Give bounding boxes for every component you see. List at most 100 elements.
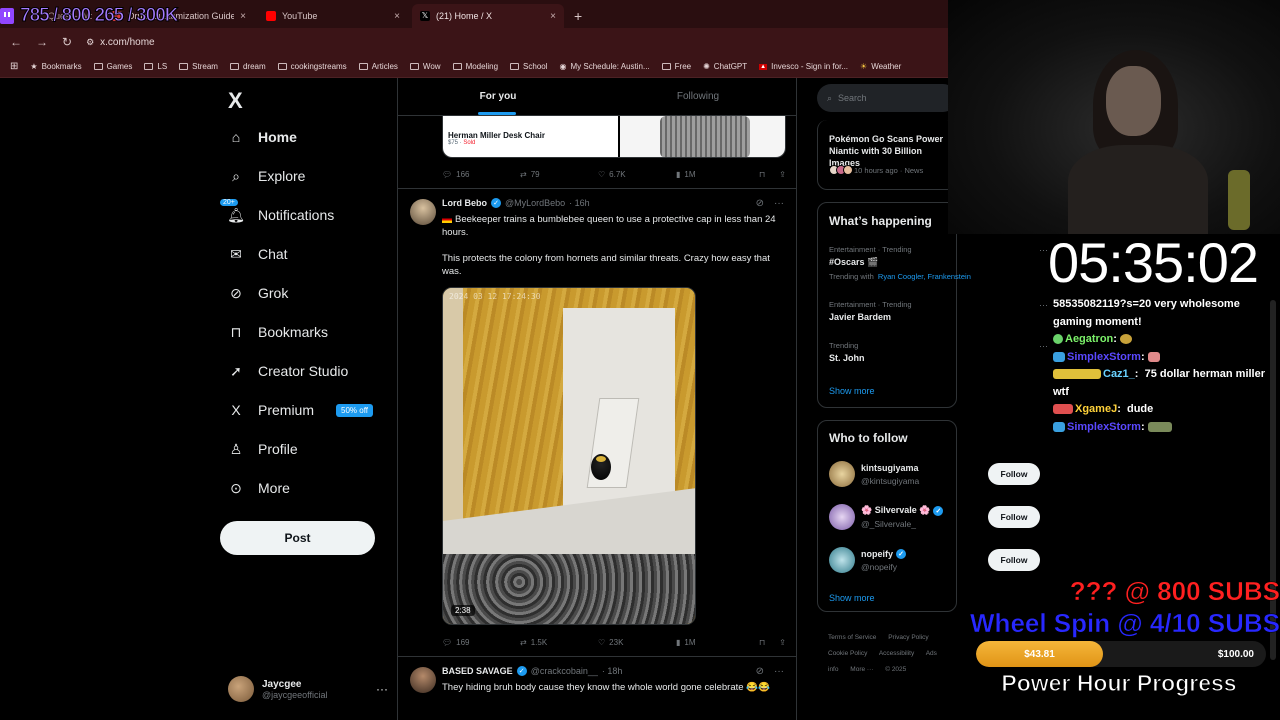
trend-item[interactable]: Entertainment · Trending Javier Bardem ·… — [829, 300, 1048, 322]
nav-chat[interactable]: ✉ Chat — [228, 246, 287, 263]
more-dots-icon[interactable]: ··· — [774, 666, 784, 677]
new-tab-button[interactable]: + — [574, 8, 582, 24]
nav-more[interactable]: ⊙ More — [228, 480, 290, 497]
author-handle[interactable]: @MyLordBebo — [505, 198, 565, 208]
reload-icon[interactable]: ↻ — [62, 35, 72, 49]
bookmark-item[interactable]: ◉ My Schedule: Austin... — [560, 62, 650, 71]
author-handle[interactable]: @crackcobain__ — [531, 666, 598, 676]
post-button[interactable]: Post — [220, 521, 375, 555]
footer-link[interactable]: Accessibility — [879, 650, 914, 657]
bookmark-item[interactable]: Modeling — [452, 62, 498, 71]
account-switcher[interactable]: Jaycgee @jaycgeeofficial ··· — [228, 674, 388, 704]
x-logo-icon[interactable]: X — [228, 88, 243, 114]
bookmark-icon[interactable]: ⊓ — [759, 170, 765, 179]
follow-suggestion[interactable]: kintsugiyama @kintsugiyama Follow — [829, 458, 1041, 490]
marketplace-card[interactable]: Herman Miller Desk Chair $75 · Sold — [443, 116, 618, 157]
trend-item[interactable]: Entertainment · Trending #Oscars 🎬 Trend… — [829, 245, 1048, 281]
trend-related-names[interactable]: Ryan Coogler, Frankenstein — [878, 272, 971, 281]
tweet[interactable]: Lord Bebo ✓ @MyLordBebo · 16h ⊘ ··· Beek… — [398, 188, 796, 656]
address-bar[interactable]: ⚙ x.com/home — [86, 37, 155, 48]
nav-bookmarks[interactable]: ⊓ Bookmarks — [228, 324, 329, 341]
footer-link[interactable]: Cookie Policy — [828, 650, 867, 657]
views-button[interactable]: ▮ 1M — [676, 638, 754, 647]
bookmark-item[interactable]: dream — [229, 62, 266, 71]
nav-profile[interactable]: ♙ Profile — [228, 441, 298, 458]
nav-creator-studio[interactable]: ➚ Creator Studio — [228, 363, 348, 380]
previous-tweet-media[interactable]: Herman Miller Desk Chair $75 · Sold — [442, 116, 786, 158]
like-button[interactable]: ♡ 23K — [598, 638, 676, 647]
reply-icon: 💬︎ — [442, 169, 453, 179]
tab-for-you[interactable]: For you — [398, 78, 598, 115]
footer-link[interactable]: Privacy Policy — [888, 634, 928, 641]
notification-badge: 20+ — [220, 199, 238, 206]
tweet-time[interactable]: · 16h — [569, 198, 590, 208]
browser-tab[interactable]: YouTube × — [258, 4, 408, 28]
more-dots-icon[interactable]: ··· — [774, 198, 784, 209]
follow-suggestion[interactable]: 🌸 Silvervale 🌸 ✓ @_Silvervale_ Follow — [829, 501, 1041, 533]
close-icon[interactable]: × — [550, 11, 556, 22]
follow-button[interactable]: Follow — [988, 549, 1040, 571]
avatar[interactable] — [410, 199, 436, 225]
reply-button[interactable]: 💬︎ 166 — [442, 170, 520, 179]
bookmark-icon[interactable]: ⊓ — [759, 638, 765, 647]
nav-grok[interactable]: ⊘ Grok — [228, 284, 288, 302]
bookmark-item[interactable]: cookingstreams — [277, 62, 347, 71]
grok-icon: ⊘ — [230, 284, 242, 301]
news-item[interactable]: Pokémon Go Scans Power Niantic with 30 B… — [817, 120, 957, 190]
follow-suggestion[interactable]: nopeify ✓ @nopeify Follow — [829, 544, 1041, 576]
bookmark-item[interactable]: Games — [93, 62, 132, 71]
tab-following[interactable]: Following — [598, 78, 796, 115]
share-icon[interactable]: ⇪ — [779, 170, 786, 179]
search-input[interactable]: ⌕ Search — [817, 84, 957, 112]
chair-image[interactable] — [620, 116, 785, 157]
more-dots-icon[interactable]: ··· — [1039, 300, 1048, 310]
bookmark-item[interactable]: ★ Bookmarks — [30, 62, 81, 71]
bookmark-item[interactable]: Wow — [409, 62, 441, 71]
views-button[interactable]: ▮ 1M — [676, 170, 754, 179]
bookmark-label: LS — [157, 62, 168, 71]
author-name[interactable]: Lord Bebo — [442, 198, 487, 208]
follow-button[interactable]: Follow — [988, 506, 1040, 528]
footer-link[interactable]: Terms of Service — [828, 634, 876, 641]
nav-notifications[interactable]: 🔔︎ 20+ Notifications — [220, 199, 334, 223]
bookmark-item[interactable]: Articles — [358, 62, 398, 71]
nav-premium[interactable]: X Premium 50% off — [228, 402, 373, 418]
nav-explore[interactable]: ⌕ Explore — [228, 168, 305, 185]
share-icon[interactable]: ⇪ — [779, 638, 786, 647]
site-info-icon[interactable]: ⚙ — [86, 37, 94, 48]
follow-button[interactable]: Follow — [988, 463, 1040, 485]
bookmark-item[interactable]: School — [510, 62, 548, 71]
grok-icon[interactable]: ⊘ — [756, 198, 764, 209]
avatar[interactable] — [410, 667, 436, 693]
apps-icon[interactable]: ⊞ — [10, 61, 18, 72]
folder-icon — [358, 63, 368, 70]
browser-tab-active[interactable]: 𝕏 (21) Home / X × — [412, 4, 564, 28]
bookmark-item[interactable]: Stream — [179, 62, 218, 71]
tweet-video[interactable]: 2024 03 12 17:24:30 2:38 — [442, 287, 696, 625]
show-more-link[interactable]: Show more — [829, 593, 875, 603]
author-name[interactable]: BASED SAVAGE — [442, 666, 513, 676]
bookmark-item[interactable]: Free — [661, 62, 691, 71]
bookmark-item[interactable]: ▲ Invesco - Sign in for... — [759, 62, 848, 71]
show-more-link[interactable]: Show more — [829, 386, 875, 396]
close-icon[interactable]: × — [394, 11, 400, 22]
like-button[interactable]: ♡ 6.7K — [598, 170, 676, 179]
tweet-time[interactable]: · 18h — [602, 666, 623, 676]
bookmark-item[interactable]: LS — [144, 62, 167, 71]
bookmark-item[interactable]: ✺ ChatGPT — [703, 62, 747, 71]
more-dots-icon[interactable]: ··· — [1039, 245, 1048, 255]
more-dots-icon[interactable]: ··· — [1039, 341, 1048, 351]
repost-button[interactable]: ⇄ 79 — [520, 170, 598, 179]
grok-icon[interactable]: ⊘ — [756, 666, 764, 677]
trend-item[interactable]: Trending St. John ··· — [829, 341, 1048, 363]
close-icon[interactable]: × — [240, 11, 246, 22]
forward-icon[interactable]: → — [36, 35, 48, 49]
reply-button[interactable]: 💬︎ 169 — [442, 638, 520, 647]
nav-home[interactable]: ⌂ Home — [228, 129, 297, 145]
bookmark-item[interactable]: ☀ Weather — [860, 62, 901, 71]
tweet[interactable]: BASED SAVAGE ✓ @crackcobain__ · 18h ⊘ ··… — [398, 656, 796, 720]
repost-button[interactable]: ⇄ 1.5K — [520, 638, 598, 647]
more-dots-icon[interactable]: ··· — [376, 682, 388, 696]
footer-link[interactable]: More ··· — [850, 666, 873, 673]
back-icon[interactable]: ← — [10, 35, 22, 49]
